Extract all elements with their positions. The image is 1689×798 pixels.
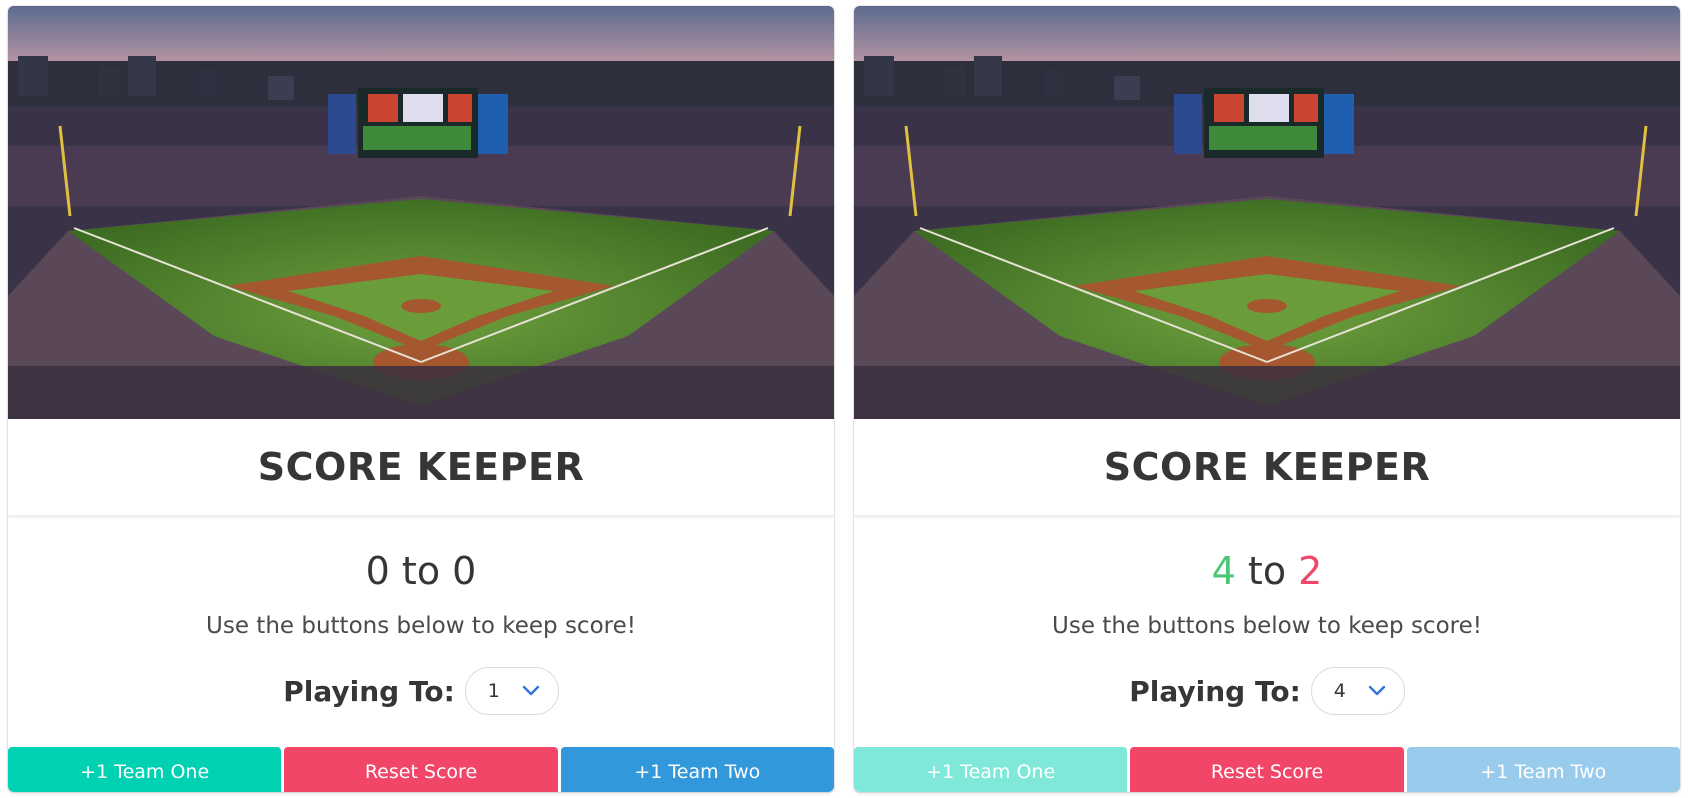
card-content: 0 to 0 Use the buttons below to keep sco… (8, 515, 834, 747)
reset-score-button[interactable]: Reset Score (284, 747, 558, 792)
playing-to-label: Playing To: (283, 674, 455, 708)
card-content: 4 to 2 Use the buttons below to keep sco… (854, 515, 1680, 747)
team-one-score: 4 (1211, 549, 1236, 593)
chevron-down-icon (522, 685, 539, 696)
instructions-text: Use the buttons below to keep score! (1052, 613, 1482, 639)
team-two-button[interactable]: +1 Team Two (1406, 747, 1680, 792)
card-footer: +1 Team One Reset Score +1 Team Two (854, 747, 1680, 792)
stadium-image (854, 6, 1680, 419)
stadium-image (8, 6, 834, 419)
stadium-illustration (854, 6, 1680, 419)
score-display: 4 to 2 (854, 549, 1680, 593)
team-one-score: 0 (365, 549, 390, 593)
page-title: SCORE KEEPER (257, 445, 585, 489)
stadium-illustration (8, 6, 834, 419)
score-keeper-card-2: SCORE KEEPER 4 to 2 Use the buttons belo… (854, 6, 1680, 792)
team-one-button[interactable]: +1 Team One (8, 747, 282, 792)
card-header: SCORE KEEPER (8, 419, 834, 515)
card-footer: +1 Team One Reset Score +1 Team Two (8, 747, 834, 792)
card-header: SCORE KEEPER (854, 419, 1680, 515)
score-display: 0 to 0 (8, 549, 834, 593)
playing-to-value: 4 (1333, 680, 1346, 702)
score-keeper-card-1: SCORE KEEPER 0 to 0 Use the buttons belo… (8, 6, 834, 792)
playing-to-row: Playing To: 1 (8, 667, 834, 715)
page: SCORE KEEPER 0 to 0 Use the buttons belo… (0, 0, 1689, 798)
playing-to-value: 1 (487, 680, 500, 702)
reset-score-button[interactable]: Reset Score (1130, 747, 1404, 792)
playing-to-row: Playing To: 4 (854, 667, 1680, 715)
team-one-button[interactable]: +1 Team One (854, 747, 1128, 792)
chevron-down-icon (1368, 685, 1385, 696)
score-separator: to (401, 549, 441, 593)
playing-to-select[interactable]: 4 (1310, 667, 1405, 715)
page-title: SCORE KEEPER (1103, 445, 1431, 489)
team-two-score: 0 (452, 549, 477, 593)
score-separator: to (1247, 549, 1287, 593)
team-two-score: 2 (1298, 549, 1323, 593)
playing-to-select[interactable]: 1 (464, 667, 559, 715)
instructions-text: Use the buttons below to keep score! (206, 613, 636, 639)
playing-to-label: Playing To: (1129, 674, 1301, 708)
team-two-button[interactable]: +1 Team Two (560, 747, 834, 792)
